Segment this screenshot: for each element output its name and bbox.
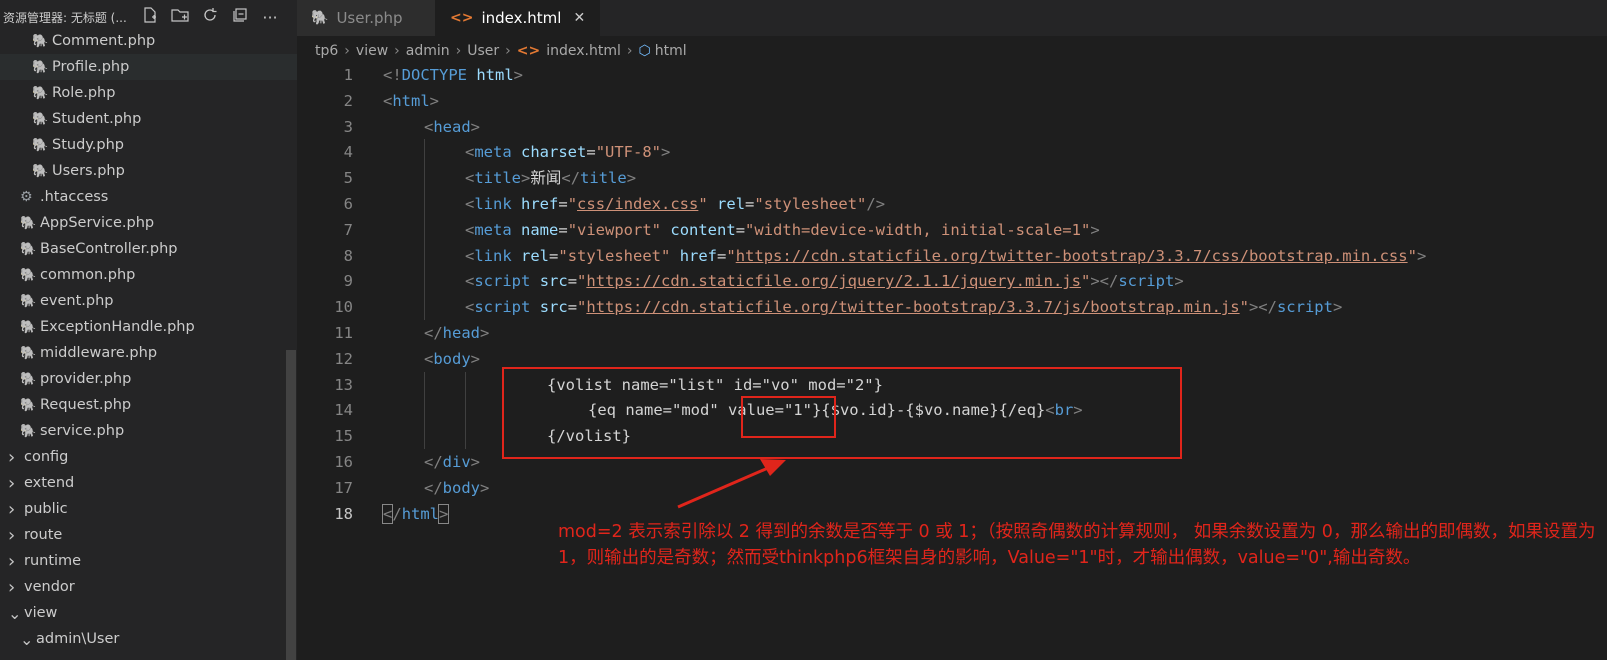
annotation-text: mod=2 表示索引除以 2 得到的余数是否等于 0 或 1；（按照奇偶数的计算… <box>558 522 1596 568</box>
